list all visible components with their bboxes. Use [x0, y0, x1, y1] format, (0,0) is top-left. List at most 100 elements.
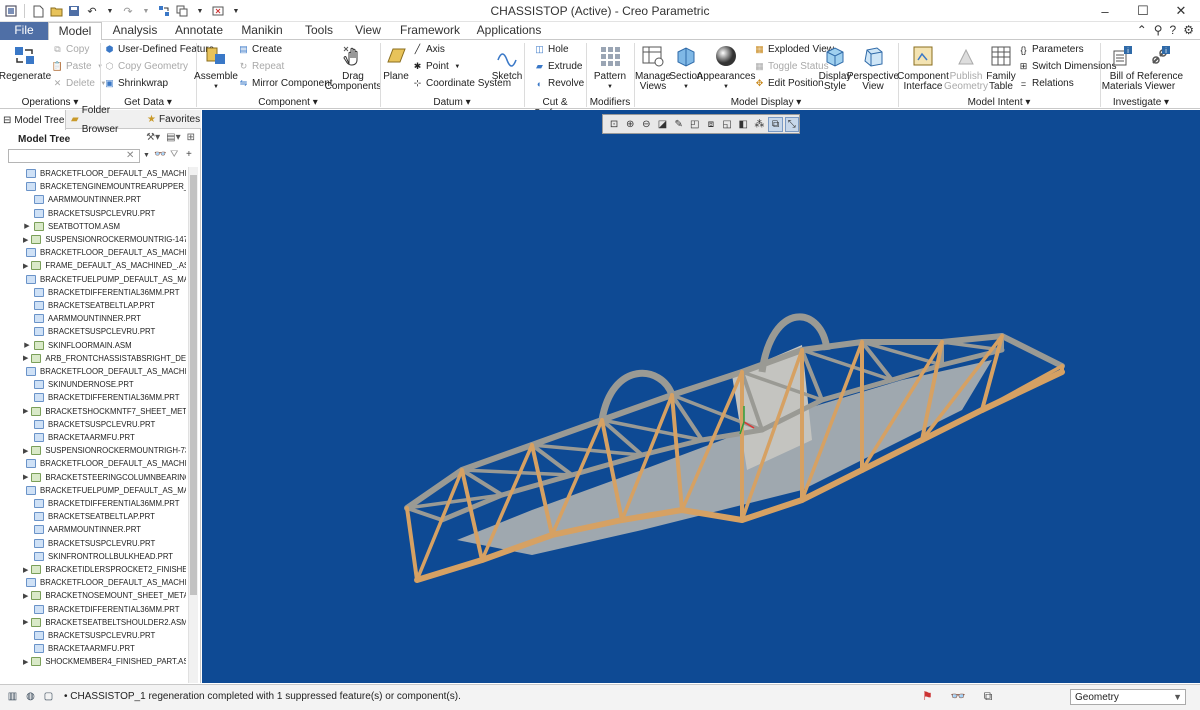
tree-item[interactable]: BRACKETDIFFERENTIAL36MM.PRT — [0, 497, 186, 510]
tree-scrollbar-thumb[interactable] — [190, 175, 197, 595]
perspective-view-button[interactable]: Perspective View — [847, 43, 899, 92]
tree-item[interactable]: AARMMOUNTINNER.PRT — [0, 193, 186, 206]
parameters-button[interactable]: {} Parameters — [1018, 43, 1083, 56]
windows-icon[interactable] — [175, 4, 189, 18]
hole-button[interactable]: ◫ Hole — [534, 43, 568, 56]
extrude-button[interactable]: ▰ Extrude — [534, 60, 582, 73]
redo-dropdown-icon[interactable]: ▼ — [139, 4, 153, 18]
tree-item[interactable]: BRACKETDIFFERENTIAL36MM.PRT — [0, 603, 186, 616]
clear-search-icon[interactable]: ✕ — [126, 150, 134, 161]
expand-arrow-icon[interactable]: ▶ — [23, 447, 28, 455]
minimize-ribbon-icon[interactable]: ⌃ — [1137, 23, 1147, 37]
tab-applications[interactable]: Applications — [472, 22, 546, 40]
tree-item[interactable]: BRACKETFLOOR_DEFAULT_AS_MACHINE.P — [0, 576, 186, 589]
expand-arrow-icon[interactable]: ▶ — [23, 592, 28, 600]
expand-arrow-icon[interactable]: ▶ — [23, 354, 28, 362]
tab-manikin[interactable]: Manikin — [234, 22, 290, 40]
display-style-button[interactable]: Display Style — [818, 43, 852, 92]
tree-item[interactable]: SKINFRONTROLLBULKHEAD.PRT — [0, 550, 186, 563]
tab-view[interactable]: View — [348, 22, 388, 40]
selection-icon[interactable]: ⧉ — [984, 689, 993, 704]
group-label-model-intent[interactable]: Model Intent ▾ — [899, 97, 1099, 108]
tree-settings-icon[interactable]: ⚒▾ — [146, 132, 160, 143]
tree-item[interactable]: BRACKETSUSPCLEVRU.PRT — [0, 418, 186, 431]
tab-file[interactable]: File — [0, 22, 48, 40]
drag-components-button[interactable]: Drag Components — [325, 43, 381, 92]
repeat-button[interactable]: ↻ Repeat — [238, 60, 285, 73]
redo-icon[interactable]: ↷ — [121, 4, 135, 18]
create-button[interactable]: ▤ Create — [238, 43, 282, 56]
tree-item[interactable]: BRACKETFLOOR_DEFAULT_AS_MACHINE.P — [0, 365, 186, 378]
paste-button[interactable]: 📋Paste▼ — [52, 60, 106, 73]
tree-item[interactable]: ▶ BRACKETSTEERINGCOLUMNBEARING2_D.. — [0, 471, 186, 484]
full-screen-icon[interactable]: ▢ — [42, 690, 55, 703]
expand-arrow-icon[interactable]: ▶ — [23, 262, 28, 270]
tree-item[interactable]: ▶ SUSPENSIONROCKERMOUNTRIG-147731.. — [0, 233, 186, 246]
tree-item[interactable]: ▶ SEATBOTTOM.ASM — [0, 220, 186, 233]
tree-item[interactable]: BRACKETFLOOR_DEFAULT_AS_MACHINE.P — [0, 167, 186, 180]
tab-analysis[interactable]: Analysis — [106, 22, 164, 40]
tab-model-tree[interactable]: ⊟ Model Tree — [0, 110, 66, 130]
tree-item[interactable]: BRACKETAARMFU.PRT — [0, 431, 186, 444]
tab-tools[interactable]: Tools — [296, 22, 342, 40]
help-icon[interactable]: ? — [1170, 23, 1177, 37]
edit-position-button[interactable]: ✥ Edit Position — [754, 77, 824, 90]
tree-item[interactable]: BRACKETSEATBELTLAP.PRT — [0, 510, 186, 523]
close-window-icon[interactable] — [211, 4, 225, 18]
expand-arrow-icon[interactable]: ▶ — [23, 222, 31, 230]
tree-item[interactable]: ▶ SHOCKMEMBER4_FINISHED_PART.ASM — [0, 655, 186, 668]
new-file-icon[interactable] — [31, 4, 45, 18]
relations-button[interactable]: = Relations — [1018, 77, 1074, 90]
save-icon[interactable] — [67, 4, 81, 18]
selection-filter-select[interactable]: Geometry ▼ — [1070, 689, 1186, 705]
expand-arrow-icon[interactable]: ▶ — [23, 407, 28, 415]
pattern-button[interactable]: Pattern ▼ — [592, 43, 628, 92]
tree-item[interactable]: ▶ BRACKETSHOCKMNTF7_SHEET_METAL_F.A — [0, 405, 186, 418]
tab-folder-browser[interactable]: ▰ Folder Browser — [68, 105, 142, 135]
group-label-model-display[interactable]: Model Display ▾ — [635, 97, 897, 108]
regenerate-small-icon[interactable] — [157, 4, 171, 18]
tree-item[interactable]: BRACKETAARMFU.PRT — [0, 642, 186, 655]
tree-show-icon[interactable]: ▤▾ — [166, 132, 180, 143]
group-label-modifiers[interactable]: Modifiers ▾ — [587, 97, 633, 119]
tree-item[interactable]: BRACKETDIFFERENTIAL36MM.PRT — [0, 391, 186, 404]
maximize-button[interactable]: ☐ — [1124, 0, 1162, 22]
expand-arrow-icon[interactable]: ▶ — [23, 473, 28, 481]
settings-icon[interactable]: ⚙ — [1183, 23, 1194, 37]
undo-dropdown-icon[interactable]: ▼ — [103, 4, 117, 18]
manage-views-button[interactable]: Manage Views — [635, 43, 671, 92]
revolve-button[interactable]: ◐ Revolve — [534, 77, 584, 90]
tree-search-input[interactable] — [8, 149, 140, 163]
group-label-datum[interactable]: Datum ▾ — [381, 97, 523, 108]
tree-item[interactable]: BRACKETDIFFERENTIAL36MM.PRT — [0, 286, 186, 299]
filter-icon[interactable]: ⛛ — [170, 149, 178, 160]
undo-icon[interactable]: ↶ — [85, 4, 99, 18]
appearances-button[interactable]: Appearances ▼ — [697, 43, 755, 92]
graphics-viewport[interactable]: ⊡ ⊕ ⊖ ◪ ✎ ◰ ⧈ ◱ ◧ ⁂ ⧉ ⤡ — [202, 110, 1200, 683]
section-button[interactable]: Section ▼ — [669, 43, 703, 92]
app-icon[interactable] — [4, 4, 18, 18]
chassis-model[interactable] — [202, 110, 1200, 683]
tree-item[interactable]: ▶ BRACKETNOSEMOUNT_SHEET_METAL_PA.A — [0, 589, 186, 602]
expand-arrow-icon[interactable]: ▶ — [23, 341, 31, 349]
shrinkwrap-button[interactable]: ▣ Shrinkwrap — [104, 77, 168, 90]
tab-annotate[interactable]: Annotate — [170, 22, 228, 40]
reference-viewer-button[interactable]: i Reference Viewer — [1137, 43, 1183, 92]
minimize-button[interactable]: – — [1086, 0, 1124, 22]
group-label-investigate[interactable]: Investigate ▾ — [1101, 97, 1181, 108]
tree-item[interactable]: SKINUNDERNOSE.PRT — [0, 378, 186, 391]
sketch-button[interactable]: Sketch — [492, 43, 522, 82]
bill-of-materials-button[interactable]: i Bill of Materials — [1102, 43, 1142, 92]
customize-toolbar-icon[interactable]: ▼ — [229, 4, 243, 18]
tree-item[interactable]: BRACKETFUELPUMP_DEFAULT_AS_MACH.P — [0, 484, 186, 497]
tree-item[interactable]: BRACKETENGINEMOUNTREARUPPER_FIN. — [0, 180, 186, 193]
close-button[interactable]: ✕ — [1162, 0, 1200, 22]
tree-columns-icon[interactable]: ⊞ — [187, 132, 195, 143]
add-column-icon[interactable]: + — [186, 149, 192, 160]
tree-item[interactable]: ▶ FRAME_DEFAULT_AS_MACHINED_.ASM — [0, 259, 186, 272]
expand-arrow-icon[interactable]: ▶ — [23, 566, 28, 574]
find-icon[interactable]: 👓 — [951, 689, 966, 704]
tab-favorites[interactable]: ★ Favorites — [144, 110, 201, 129]
open-folder-icon[interactable] — [49, 4, 63, 18]
tree-item[interactable]: BRACKETSUSPCLEVRU.PRT — [0, 537, 186, 550]
